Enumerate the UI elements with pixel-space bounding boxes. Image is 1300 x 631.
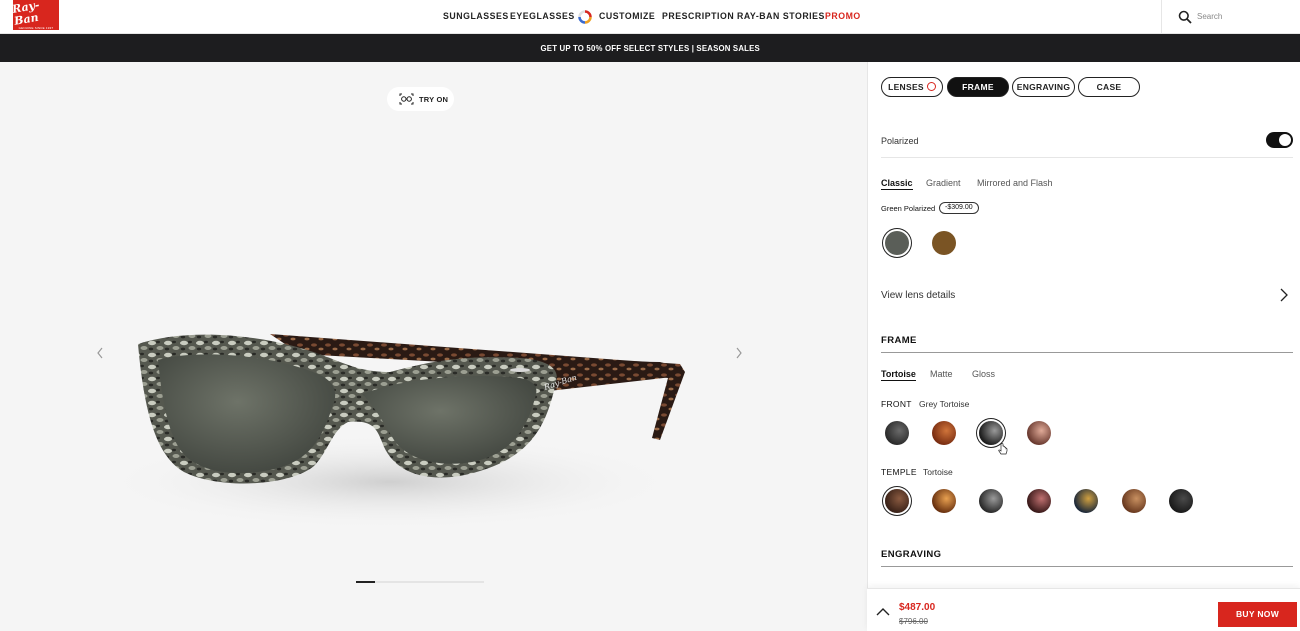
tab-case[interactable]: CASE (1078, 77, 1140, 97)
try-on-button[interactable]: TRY ON (387, 87, 454, 111)
chevron-right-icon[interactable] (1280, 288, 1288, 302)
finish-tab-gloss[interactable]: Gloss (972, 369, 995, 379)
top-navigation: Ray-Ban GENUINE SINCE 1937 SUNGLASSES EY… (0, 0, 1300, 34)
temple-swatch-brown-light[interactable] (1122, 489, 1146, 513)
front-swatch-grey-tortoise[interactable] (979, 421, 1003, 445)
current-price: $487.00 (899, 602, 936, 613)
polarized-toggle[interactable] (1266, 132, 1293, 148)
nav-customize[interactable]: CUSTOMIZE (599, 11, 655, 22)
front-swatch-pink-tortoise[interactable] (1027, 421, 1051, 445)
temple-swatch-havana-light[interactable] (932, 489, 956, 513)
temple-swatch-black[interactable] (1169, 489, 1193, 513)
finish-tab-tortoise[interactable]: Tortoise (881, 369, 916, 381)
lens-selected-name: Green Polarized (881, 204, 936, 213)
nav-promo[interactable]: PROMO (825, 11, 861, 22)
frame-divider (881, 352, 1293, 353)
search-input[interactable]: Search (1197, 12, 1222, 21)
customize-icon (578, 10, 592, 24)
lens-swatch-brown[interactable] (932, 231, 956, 255)
temple-label: TEMPLE (881, 467, 917, 477)
temple-swatch-blue-tortoise[interactable] (1074, 489, 1098, 513)
search-divider (1161, 0, 1162, 34)
lens-tab-gradient[interactable]: Gradient (926, 178, 961, 188)
tab-engraving-label: ENGRAVING (1016, 82, 1071, 92)
lens-tab-classic[interactable]: Classic (881, 178, 913, 190)
front-swatch-dark-tortoise[interactable] (885, 421, 909, 445)
front-label: FRONT (881, 399, 912, 409)
temple-swatch-tortoise[interactable] (885, 489, 909, 513)
tab-engraving[interactable]: ENGRAVING (1012, 77, 1075, 97)
product-sunglasses-image: Ray-Ban (100, 334, 685, 530)
next-image-arrow-icon[interactable] (734, 346, 744, 360)
promo-banner[interactable]: GET UP TO 50% OFF SELECT STYLES | SEASON… (0, 34, 1300, 62)
tab-frame[interactable]: FRAME (947, 77, 1009, 97)
front-value: Grey Tortoise (919, 399, 970, 409)
try-on-label: TRY ON (419, 95, 449, 104)
lens-tab-mirrored[interactable]: Mirrored and Flash (977, 178, 1053, 188)
engraving-section-title: ENGRAVING (881, 549, 942, 560)
original-price: $796.00 (899, 617, 928, 626)
nav-links: SUNGLASSES EYEGLASSES CUSTOMIZE PRESCRIP… (0, 0, 1300, 34)
finish-tab-matte[interactable]: Matte (930, 369, 953, 379)
hand-cursor-icon (998, 443, 1008, 455)
divider (881, 157, 1293, 158)
view-lens-details-link[interactable]: View lens details (881, 290, 955, 301)
frame-section-title: FRAME (881, 335, 917, 346)
checkout-bar: $487.00 $796.00 BUY NOW (867, 588, 1300, 631)
nav-sunglasses[interactable]: SUNGLASSES (443, 11, 509, 22)
search-icon[interactable] (1178, 10, 1192, 24)
temple-swatch-red-tortoise[interactable] (1027, 489, 1051, 513)
engraving-divider (881, 566, 1293, 567)
nav-ray-ban-stories[interactable]: RAY-BAN STORIES (737, 11, 825, 22)
tab-case-label: CASE (1096, 82, 1122, 92)
tab-frame-label: FRAME (962, 82, 994, 92)
nav-eyeglasses[interactable]: EYEGLASSES (510, 11, 575, 22)
image-pager-track (356, 581, 484, 583)
lens-icon (926, 82, 936, 91)
lens-price-delta-badge: -$309.00 (939, 202, 979, 214)
lens-swatch-green-polarized[interactable] (885, 231, 909, 255)
temple-swatch-grey[interactable] (979, 489, 1003, 513)
polarized-label: Polarized (881, 136, 919, 146)
image-pager-active[interactable] (356, 581, 375, 583)
front-swatch-havana[interactable] (932, 421, 956, 445)
chevron-up-icon[interactable] (876, 607, 890, 616)
promo-banner-text: GET UP TO 50% OFF SELECT STYLES | SEASON… (540, 43, 760, 53)
try-on-icon (399, 93, 414, 105)
buy-now-button[interactable]: BUY NOW (1218, 602, 1297, 627)
tab-lenses-label: LENSES (888, 82, 924, 92)
tab-lenses[interactable]: LENSES (881, 77, 943, 97)
customizer-panel: LENSES FRAME ENGRAVING CASE Polarized Cl… (867, 62, 1300, 631)
product-viewer: TRY ON Ray-Ban (0, 62, 867, 631)
temple-value: Tortoise (923, 467, 953, 477)
nav-prescription[interactable]: PRESCRIPTION (662, 11, 734, 22)
